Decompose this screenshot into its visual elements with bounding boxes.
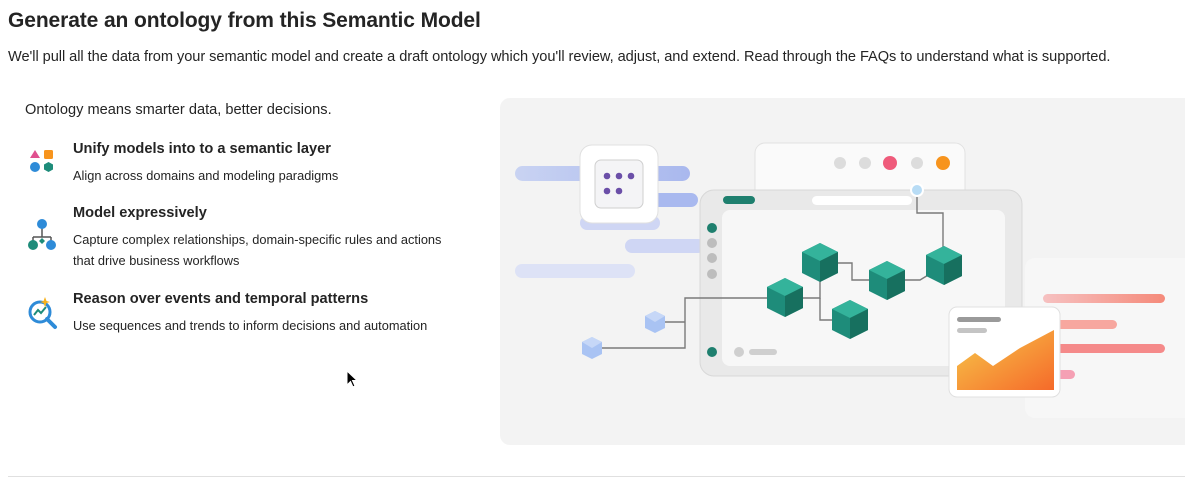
mouse-cursor-icon [346, 369, 360, 395]
feature-heading: Model expressively [73, 205, 207, 221]
hierarchy-icon [25, 217, 61, 253]
section-divider [8, 476, 1185, 477]
feature-description: Align across domains and modeling paradi… [73, 168, 339, 183]
sparkle-search-icon [25, 295, 61, 331]
intro-text: Ontology means smarter data, better deci… [25, 102, 332, 118]
shapes-icon [25, 145, 61, 181]
cube-node [582, 337, 602, 359]
decor-bar [515, 264, 635, 278]
decor-bar [625, 239, 705, 253]
feature-heading: Unify models into to a semantic layer [73, 141, 331, 157]
cube-node [645, 311, 665, 333]
feature-description: Use sequences and trends to inform decis… [73, 318, 428, 333]
dots-card [579, 144, 659, 224]
chart-card [948, 306, 1061, 398]
feature-description: Capture complex relationships, domain-sp… [73, 232, 442, 268]
ontology-illustration [500, 98, 1185, 445]
page-title: Generate an ontology from this Semantic … [8, 9, 481, 32]
feature-heading: Reason over events and temporal patterns [73, 291, 369, 307]
page-subtitle: We'll pull all the data from your semant… [8, 49, 1111, 65]
